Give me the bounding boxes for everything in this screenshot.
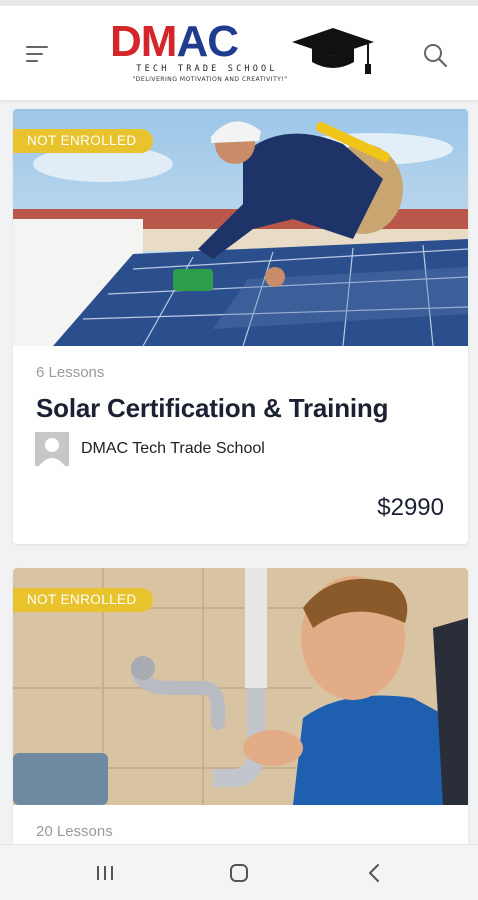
- course-card[interactable]: NOT ENROLLED 20 Lessons: [13, 568, 468, 868]
- recent-apps-icon[interactable]: [65, 845, 145, 900]
- app-header: DMAC TECH TRADE SCHOOL "DELIVERING MOTIV…: [0, 0, 478, 100]
- course-price: $2990: [377, 494, 444, 521]
- dmac-logo[interactable]: DMAC TECH TRADE SCHOOL "DELIVERING MOTIV…: [110, 18, 380, 90]
- course-author[interactable]: DMAC Tech Trade School: [35, 432, 265, 466]
- logo-tagline: "DELIVERING MOTIVATION AND CREATIVITY!": [132, 76, 288, 83]
- not-enrolled-badge: NOT ENROLLED: [13, 129, 153, 153]
- hamburger-menu-icon[interactable]: [26, 44, 52, 66]
- search-icon[interactable]: [422, 42, 448, 68]
- home-icon[interactable]: [199, 845, 279, 900]
- course-card[interactable]: NOT ENROLLED 6 Lessons Solar Certificati…: [13, 109, 468, 544]
- solar-installer-photo: NOT ENROLLED: [13, 109, 468, 346]
- avatar: [35, 432, 69, 466]
- not-enrolled-badge: NOT ENROLLED: [13, 588, 153, 612]
- default-avatar-icon: [35, 432, 69, 466]
- back-icon[interactable]: [333, 845, 413, 900]
- course-title[interactable]: Solar Certification & Training: [36, 393, 388, 424]
- logo-wordmark: DMAC: [110, 17, 239, 66]
- lesson-count: 6 Lessons: [36, 364, 105, 381]
- graduation-cap-icon: [292, 28, 374, 74]
- lesson-count: 20 Lessons: [36, 823, 113, 840]
- author-name: DMAC Tech Trade School: [81, 440, 265, 457]
- logo-subtitle: TECH TRADE SCHOOL: [136, 64, 278, 74]
- system-navigation-bar: [0, 844, 478, 900]
- plumber-photo: NOT ENROLLED: [13, 568, 468, 805]
